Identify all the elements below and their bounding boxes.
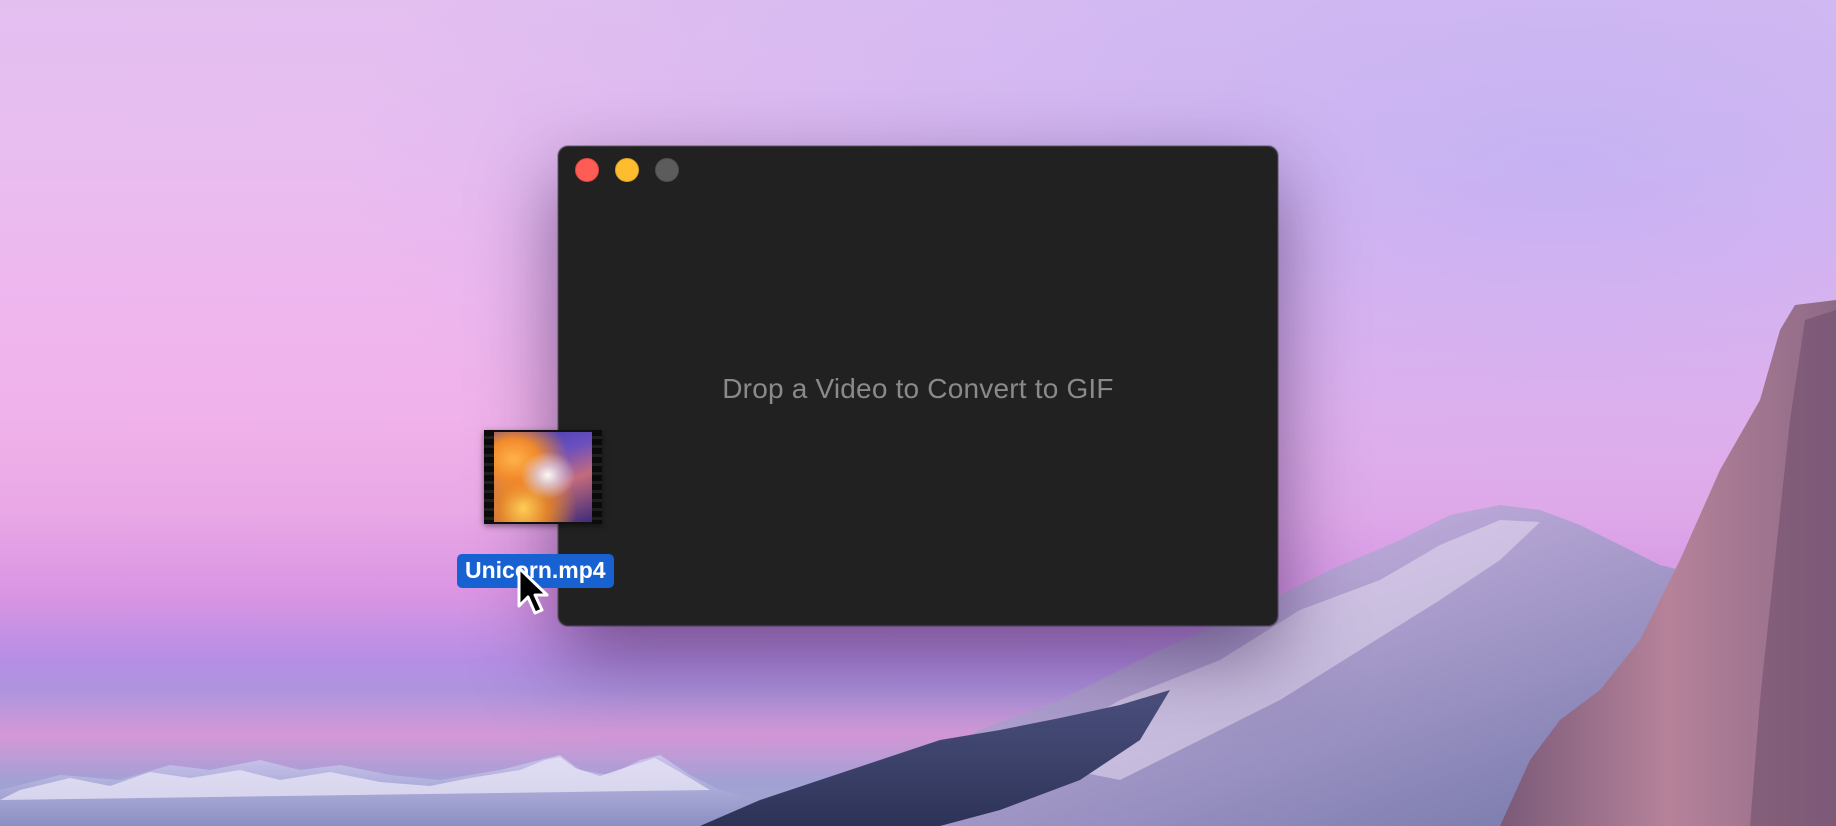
minimize-button[interactable] — [615, 158, 639, 182]
desktop: Drop a Video to Convert to GIF Unicorn.m… — [0, 0, 1836, 826]
arrow-cursor-icon — [517, 566, 549, 615]
window-controls — [575, 158, 679, 182]
app-window: Drop a Video to Convert to GIF — [558, 146, 1278, 626]
film-sprocket-left — [484, 430, 494, 524]
zoom-button[interactable] — [655, 158, 679, 182]
drop-zone-prompt: Drop a Video to Convert to GIF — [722, 373, 1114, 404]
close-button[interactable] — [575, 158, 599, 182]
video-file-icon[interactable] — [484, 430, 602, 524]
video-thumbnail — [494, 432, 592, 522]
film-sprocket-right — [592, 430, 602, 524]
